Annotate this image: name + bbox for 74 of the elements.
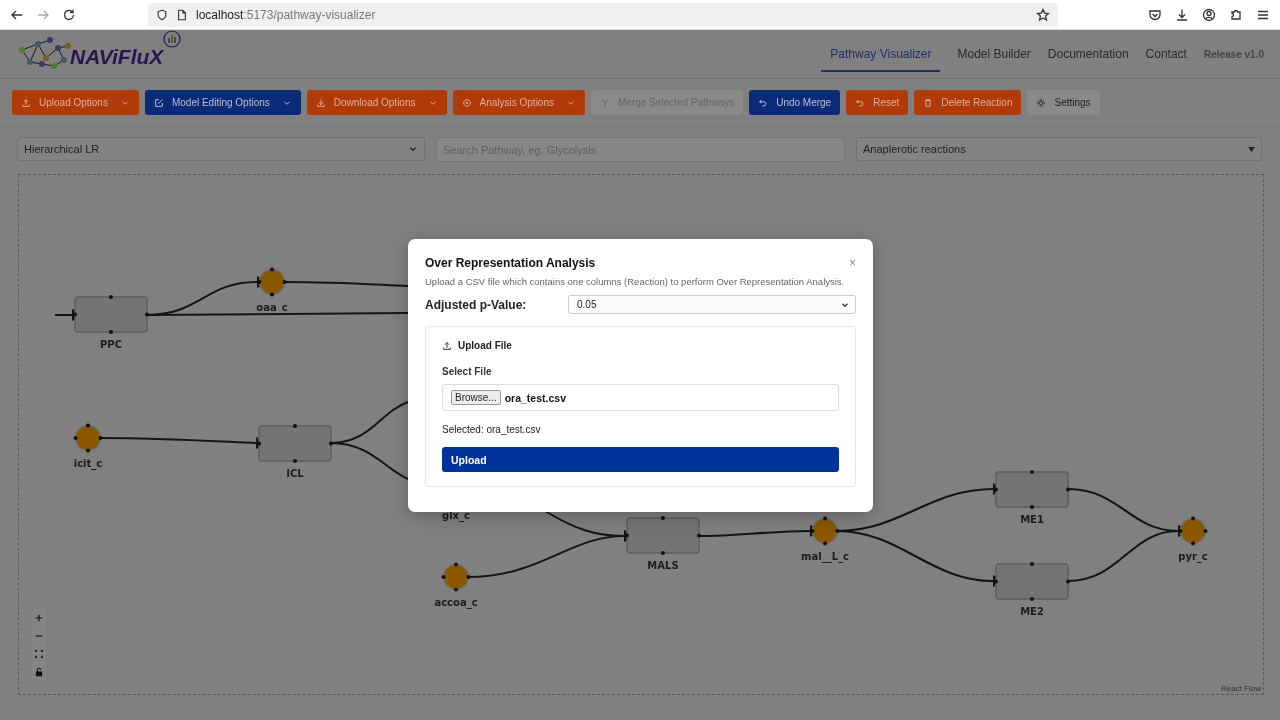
node-label: oaa_c: [256, 302, 288, 313]
node-label: PPC: [100, 339, 122, 350]
account-icon[interactable]: [1202, 7, 1216, 22]
attribution-text[interactable]: React Flow: [1221, 684, 1261, 693]
node-label: ME1: [1020, 514, 1044, 525]
node-label: mal__L_c: [801, 551, 849, 562]
reaction-node[interactable]: [73, 295, 149, 334]
reaction-node[interactable]: [625, 516, 701, 555]
nav-link[interactable]: Pathway Visualizer: [821, 36, 941, 72]
reaction-node[interactable]: [994, 470, 1070, 509]
chart-badge-icon: [163, 30, 182, 48]
dropdown-button[interactable]: Upload Options: [12, 90, 139, 115]
download-icon: [315, 97, 326, 108]
reaction-node[interactable]: [257, 424, 333, 463]
triangle-icon: [1248, 146, 1255, 152]
node-label: glx_c: [442, 510, 470, 521]
merge-icon: [600, 97, 610, 108]
dropdown-button[interactable]: Model Editing Options: [144, 90, 301, 115]
file-name: ora_test.csv: [504, 391, 566, 404]
browse-button[interactable]: Browse...: [451, 390, 501, 405]
nav-link[interactable]: Contact: [1145, 36, 1187, 72]
card-title: Upload File: [458, 340, 512, 351]
lock-icon[interactable]: [33, 666, 44, 678]
target-icon: [461, 97, 472, 108]
metabolite-node[interactable]: [257, 267, 287, 297]
page-icon: [176, 8, 188, 21]
modal-description: Upload a CSV file which contains one columns (Reaction) to perform Over Representation Analysis.: [425, 276, 846, 287]
dropdown-button[interactable]: Analysis Options: [452, 90, 585, 115]
p-value-select[interactable]: 0.05: [568, 295, 856, 314]
pocket-icon[interactable]: [1148, 7, 1162, 22]
dropdown-button[interactable]: Download Options: [306, 90, 447, 115]
node-label: pyr_c: [1178, 551, 1208, 562]
metabolite-node[interactable]: [73, 423, 103, 453]
node-label: ICL: [286, 468, 304, 479]
toolbar-button[interactable]: Delete Reaction: [914, 90, 1022, 115]
toolbar-button[interactable]: Settings: [1027, 90, 1100, 115]
node-label: icit_c: [73, 458, 103, 469]
file-input[interactable]: Browse... ora_test.csv: [442, 384, 839, 411]
zoom-in-icon[interactable]: [33, 612, 44, 624]
extensions-icon[interactable]: [1229, 7, 1243, 22]
undo-icon: [855, 97, 866, 108]
field-label: Adjusted p-Value:: [425, 297, 527, 312]
toolbar-button[interactable]: Undo Merge: [749, 90, 841, 115]
address-bar[interactable]: localhost:5173/pathway-visualizer: [148, 2, 1058, 27]
star-icon[interactable]: [1036, 7, 1050, 22]
upload-icon: [21, 97, 31, 108]
trash-icon: [923, 97, 934, 108]
shield-icon[interactable]: [156, 8, 168, 21]
close-button[interactable]: ×: [849, 257, 856, 269]
layout-select[interactable]: Hierarchical LR: [17, 137, 425, 161]
fit-view-icon[interactable]: [33, 648, 44, 660]
release-version: Release v1.0: [1203, 48, 1264, 60]
reload-icon[interactable]: [62, 7, 76, 22]
upload-icon: [442, 340, 452, 351]
reaction-node[interactable]: [994, 562, 1070, 601]
download-icon[interactable]: [1175, 7, 1189, 22]
selected-file-text: Selected: ora_test.csv: [442, 424, 542, 435]
metabolite-node[interactable]: [1178, 516, 1208, 546]
undo-icon: [758, 97, 769, 108]
metabolite-node[interactable]: [810, 516, 840, 546]
toolbar-button[interactable]: Reset: [846, 90, 909, 115]
node-label: ME2: [1020, 606, 1044, 617]
nav-link[interactable]: Documentation: [1047, 36, 1129, 72]
pathway-select[interactable]: Anaplerotic reactions: [856, 137, 1262, 161]
gear-icon: [1036, 97, 1047, 108]
modal-title: Over Representation Analysis: [425, 256, 596, 270]
field-label: Select File: [442, 366, 493, 377]
metabolite-node[interactable]: [441, 562, 471, 592]
node-label: MALS: [647, 560, 679, 571]
node-label: accoa_c: [434, 597, 478, 608]
pencil-icon: [153, 97, 164, 108]
upload-button[interactable]: Upload: [442, 447, 839, 472]
logo-text: NAViFluX: [70, 45, 164, 69]
nav-link[interactable]: Model Builder: [957, 36, 1031, 72]
